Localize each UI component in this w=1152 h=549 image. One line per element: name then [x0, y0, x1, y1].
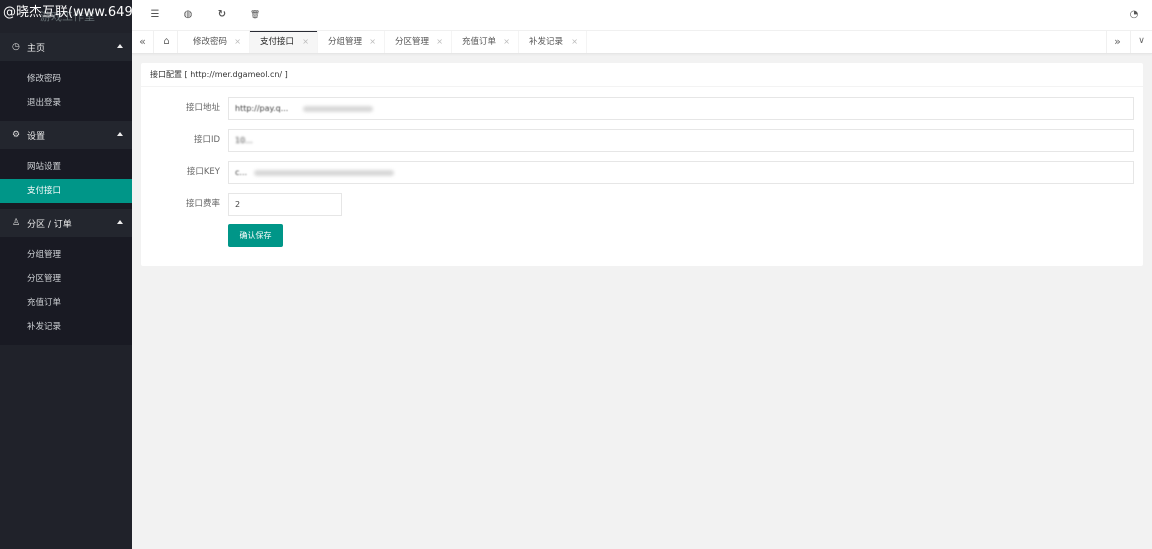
sidebar-item-reissue-records[interactable]: 补发记录 — [0, 315, 132, 339]
close-icon[interactable]: × — [369, 31, 376, 53]
tab-label: 充值订单 — [462, 37, 497, 47]
tab-change-password[interactable]: 修改密码 × — [183, 31, 250, 53]
field-label: 接口ID — [193, 135, 220, 145]
close-icon[interactable]: × — [571, 31, 578, 53]
nav-head-orders[interactable]: ♙ 分区 / 订单 — [0, 209, 132, 237]
theme-icon[interactable]: ◔ — [1128, 9, 1140, 21]
card-title: 接口配置 [ http://mer.dgameol.cn/ ] — [141, 63, 1143, 87]
nav-head-label: 主页 — [27, 43, 46, 54]
refresh-icon[interactable]: ↻ — [216, 9, 228, 21]
form-row-address: 接口地址 http://pay.q... — [141, 97, 1143, 120]
tab-label: 支付接口 — [260, 37, 295, 47]
interface-rate-input[interactable]: 2 — [228, 193, 342, 216]
chevron-down-icon[interactable]: ∨ — [1130, 31, 1152, 53]
tab-label: 修改密码 — [193, 37, 228, 47]
sidebar-item-change-password[interactable]: 修改密码 — [0, 67, 132, 91]
close-icon[interactable]: × — [302, 31, 309, 53]
sidebar-item-site-settings[interactable]: 网站设置 — [0, 155, 132, 179]
field-value: 10... — [235, 136, 253, 145]
sidebar-item-logout[interactable]: 退出登录 — [0, 91, 132, 115]
top-header: ☰ ◍ ↻ 🗑 ◔ — [132, 0, 1152, 31]
form-row-id: 接口ID 10... — [141, 129, 1143, 152]
user-icon: ♙ — [12, 218, 21, 228]
form-row-key: 接口KEY c... — [141, 161, 1143, 184]
sidebar-item-payment-interface[interactable]: 支付接口 — [0, 179, 132, 203]
nav-group-settings: ⚙ 设置 网站设置 支付接口 — [0, 121, 132, 209]
sidebar-item-zone-manage[interactable]: 分区管理 — [0, 267, 132, 291]
watermark-text: @晓杰互联(www.649r — [3, 5, 132, 20]
menu-toggle-icon[interactable]: ☰ — [149, 9, 161, 21]
field-label: 接口地址 — [185, 103, 220, 113]
tab-reissue-records[interactable]: 补发记录 × — [519, 31, 587, 53]
nav-head-home[interactable]: ◷ 主页 — [0, 33, 132, 61]
field-value: http://pay.q... — [235, 104, 289, 113]
tab-zone-manage[interactable]: 分区管理 × — [385, 31, 452, 53]
nav-children-home: 修改密码 退出登录 — [0, 61, 132, 121]
nav-head-label: 设置 — [27, 131, 46, 142]
close-icon[interactable]: × — [234, 31, 241, 53]
dashboard-icon: ◷ — [12, 42, 20, 52]
interface-address-input[interactable]: http://pay.q... — [228, 97, 1134, 120]
field-label: 接口KEY — [186, 167, 220, 177]
tabs-scroll-right-icon[interactable]: » — [1106, 31, 1128, 53]
nav-children-orders: 分组管理 分区管理 充值订单 补发记录 — [0, 237, 132, 345]
tab-label: 补发记录 — [529, 37, 564, 47]
sidebar-item-group-manage[interactable]: 分组管理 — [0, 243, 132, 267]
nav-group-home: ◷ 主页 修改密码 退出登录 — [0, 33, 132, 121]
redaction-mark — [302, 105, 373, 112]
tab-label: 分区管理 — [395, 37, 430, 47]
nav-head-settings[interactable]: ⚙ 设置 — [0, 121, 132, 149]
sidebar-item-recharge-orders[interactable]: 充值订单 — [0, 291, 132, 315]
save-button[interactable]: 确认保存 — [228, 224, 283, 247]
field-value: c... — [235, 168, 248, 177]
field-label: 接口费率 — [185, 199, 220, 209]
redaction-mark — [253, 169, 394, 176]
caret-up-icon — [117, 132, 123, 136]
tab-group-manage[interactable]: 分组管理 × — [318, 31, 385, 53]
trash-icon[interactable]: 🗑 — [249, 9, 261, 21]
nav-children-settings: 网站设置 支付接口 — [0, 149, 132, 209]
nav-group-orders: ♙ 分区 / 订单 分组管理 分区管理 充值订单 补发记录 — [0, 209, 132, 345]
nav-head-label: 分区 / 订单 — [27, 219, 72, 230]
interface-id-input[interactable]: 10... — [228, 129, 1134, 152]
globe-icon[interactable]: ◍ — [182, 9, 194, 21]
caret-up-icon — [117, 44, 123, 48]
home-tab-icon[interactable]: ⌂ — [156, 31, 178, 53]
sidebar: @晓杰互联(www.649r 游戏工作室 ◷ 主页 修改密码 退出登录 ⚙ 设置… — [0, 0, 132, 549]
logo: @晓杰互联(www.649r 游戏工作室 — [0, 0, 132, 33]
close-icon[interactable]: × — [503, 31, 510, 53]
tab-label: 分组管理 — [328, 37, 363, 47]
gear-icon: ⚙ — [12, 130, 21, 140]
tab-payment-interface[interactable]: 支付接口 × — [250, 31, 318, 53]
form-row-rate: 接口费率 2 — [141, 193, 1143, 216]
tab-recharge-orders[interactable]: 充值订单 × — [452, 31, 519, 53]
tab-bar: « ⌂ 修改密码 × 支付接口 × 分组管理 × 分区管理 × 充值订单 × 补发记录 × … — [132, 31, 1152, 54]
field-value: 2 — [235, 200, 241, 209]
interface-key-input[interactable]: c... — [228, 161, 1134, 184]
config-card: 接口配置 [ http://mer.dgameol.cn/ ] 接口地址 htt… — [141, 63, 1143, 266]
tabs-scroll-left-icon[interactable]: « — [132, 31, 154, 53]
caret-up-icon — [117, 220, 123, 224]
close-icon[interactable]: × — [436, 31, 443, 53]
